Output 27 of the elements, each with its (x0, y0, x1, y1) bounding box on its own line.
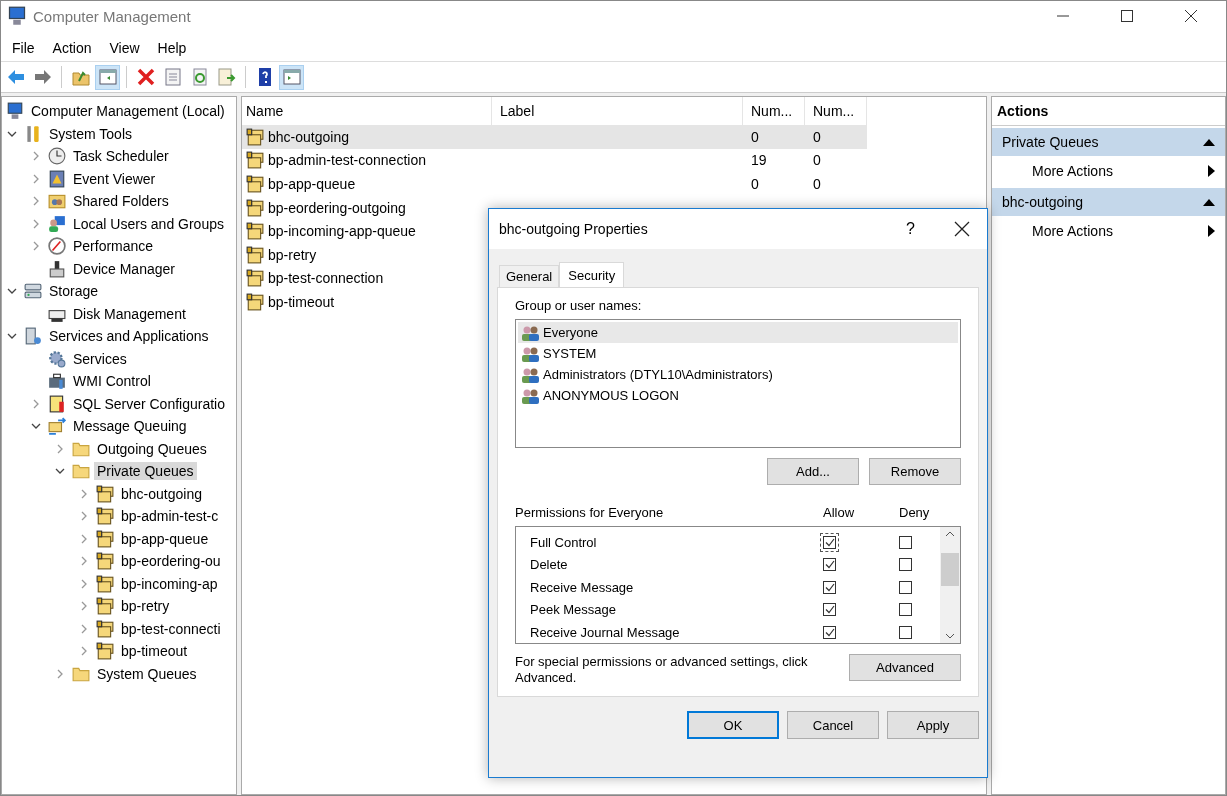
hint-text: For special permissions or advanced settings, click Advanced. (515, 654, 809, 686)
permission-name: Receive Journal Message (530, 624, 681, 640)
permission-name: Full Control (530, 534, 598, 550)
table-cell: 0 (751, 128, 759, 145)
table-cell: bp-retry (268, 246, 317, 263)
field-label: Permissions for Everyone (515, 504, 665, 520)
table-cell: bp-incoming-app-queue (268, 223, 416, 240)
table-cell: 0 (813, 176, 821, 192)
field-label: Group or user names: (515, 298, 643, 313)
table-cell: bhc-outgoing (268, 128, 349, 145)
table-cell: bp-admin-test-connection (268, 152, 426, 169)
table-cell: bp-timeout (268, 293, 335, 310)
table-cell: bp-app-queue (268, 176, 356, 192)
table-cell: 0 (813, 152, 821, 169)
table-cell: bp-test-connection (268, 270, 384, 287)
dialog-title: bhc-outgoing Properties (499, 221, 649, 237)
permission-name: Delete (530, 557, 569, 573)
column-header: Deny (899, 504, 931, 520)
table-cell: 19 (751, 152, 767, 169)
table-cell: 0 (813, 128, 821, 145)
panel-title: Actions (992, 97, 1225, 126)
column-header: Allow (823, 504, 856, 520)
table-cell: bp-eordering-outgoing (268, 199, 406, 216)
permission-name: Receive Message (530, 579, 635, 595)
window-title: Computer Management (33, 7, 192, 25)
table-cell: 0 (751, 176, 759, 192)
permission-name: Peek Message (530, 602, 617, 618)
